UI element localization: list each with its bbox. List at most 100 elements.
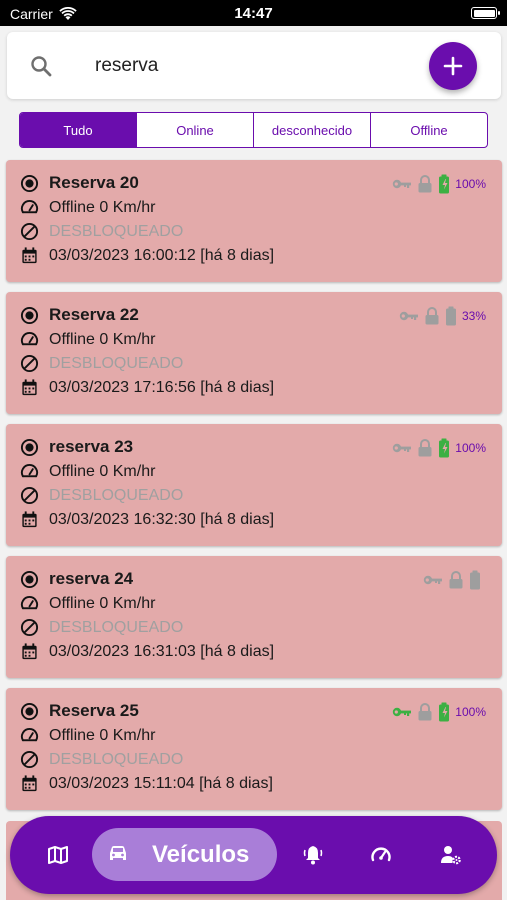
nav-map[interactable]	[45, 842, 71, 868]
vehicle-status-icons: 100%	[392, 438, 486, 458]
vehicle-name: Reserva 22	[49, 305, 139, 324]
block-icon	[20, 222, 39, 241]
battery-charging-icon	[439, 174, 450, 194]
vehicle-status-icons: 33%	[399, 306, 486, 326]
nav-vehicles[interactable]: Veículos	[92, 828, 277, 881]
block-icon	[20, 486, 39, 505]
vehicle-name-row: Reserva 25	[20, 701, 139, 721]
vehicle-lock-row: DESBLOQUEADO	[20, 486, 183, 505]
vehicle-card[interactable]: 100% Reserva 25 Offline 0 Km/hr DESBLOQU…	[6, 688, 502, 810]
vehicle-lock-row: DESBLOQUEADO	[20, 618, 183, 637]
vehicle-status-icons: 100%	[392, 174, 486, 194]
vehicle-name-row: Reserva 22	[20, 305, 139, 325]
vehicle-card[interactable]: 100% Reserva 20 Offline 0 Km/hr DESBLOQU…	[6, 160, 502, 282]
radio-icon	[20, 702, 39, 720]
vehicle-status-icons: 100%	[392, 702, 486, 722]
battery-icon	[471, 7, 500, 19]
key-icon	[399, 311, 418, 321]
key-icon	[393, 443, 412, 453]
vehicle-last-update: 03/03/2023 16:31:03 [há 8 dias]	[49, 642, 275, 660]
bell-icon	[303, 846, 323, 865]
vehicle-speed-row: Offline 0 Km/hr	[20, 198, 155, 217]
speedometer-icon	[20, 728, 39, 742]
battery-charging-icon	[439, 702, 450, 722]
nav-dashboard[interactable]	[368, 842, 394, 868]
vehicle-lock-status: DESBLOQUEADO	[49, 618, 184, 636]
vehicle-lock-row: DESBLOQUEADO	[20, 354, 183, 373]
vehicle-date-row: 03/03/2023 15:11:04 [há 8 dias]	[20, 774, 273, 793]
vehicle-speed: Offline 0 Km/hr	[49, 330, 156, 348]
vehicle-lock-status: DESBLOQUEADO	[49, 222, 184, 240]
nav-vehicles-label: Veículos	[152, 841, 250, 868]
vehicle-name-row: Reserva 20	[20, 173, 139, 193]
battery-level: 100%	[455, 177, 486, 191]
lock-icon	[449, 571, 463, 589]
battery-level: 100%	[455, 705, 486, 719]
lock-icon	[425, 307, 439, 325]
bottom-navigation: Veículos	[10, 816, 497, 894]
block-icon	[20, 354, 39, 373]
status-filter: Tudo Online desconhecido Offline	[19, 112, 488, 148]
calendar-icon	[22, 247, 37, 264]
vehicle-last-update: 03/03/2023 15:11:04 [há 8 dias]	[49, 774, 273, 792]
vehicle-speed: Offline 0 Km/hr	[49, 726, 156, 744]
vehicle-speed-row: Offline 0 Km/hr	[20, 726, 155, 745]
key-icon	[423, 575, 442, 585]
vehicle-name: Reserva 25	[49, 701, 139, 720]
vehicle-date-row: 03/03/2023 17:16:56 [há 8 dias]	[20, 378, 274, 397]
vehicle-speed: Offline 0 Km/hr	[49, 594, 156, 612]
nav-alerts[interactable]	[300, 842, 326, 868]
vehicle-status-icons	[423, 570, 486, 590]
radio-icon	[20, 306, 39, 324]
vehicle-last-update: 03/03/2023 16:00:12 [há 8 dias]	[49, 246, 275, 264]
add-vehicle-button[interactable]	[429, 42, 477, 90]
speedometer-icon	[20, 332, 39, 346]
calendar-icon	[22, 379, 37, 396]
battery-icon	[470, 570, 480, 590]
calendar-icon	[22, 643, 37, 660]
clock: 14:47	[234, 5, 273, 22]
filter-tab-tudo[interactable]: Tudo	[20, 113, 137, 147]
lock-icon	[418, 175, 432, 193]
speedometer-icon	[20, 464, 39, 478]
radio-icon	[20, 438, 39, 456]
vehicle-card[interactable]: 33% Reserva 22 Offline 0 Km/hr DESBLOQUE…	[6, 292, 502, 414]
vehicle-lock-status: DESBLOQUEADO	[49, 354, 184, 372]
vehicle-speed: Offline 0 Km/hr	[49, 198, 156, 216]
block-icon	[20, 750, 39, 769]
search-icon	[31, 56, 52, 77]
vehicle-speed-row: Offline 0 Km/hr	[20, 594, 155, 613]
filter-tab-offline[interactable]: Offline	[371, 113, 487, 147]
plus-icon	[443, 56, 463, 76]
vehicle-lock-row: DESBLOQUEADO	[20, 750, 183, 769]
speedometer-icon	[20, 596, 39, 610]
vehicle-date-row: 03/03/2023 16:31:03 [há 8 dias]	[20, 642, 274, 661]
vehicle-card[interactable]: reserva 24 Offline 0 Km/hr DESBLOQUEADO …	[6, 556, 502, 678]
search-bar	[7, 32, 501, 99]
vehicle-lock-row: DESBLOQUEADO	[20, 222, 183, 241]
search-input[interactable]	[95, 52, 395, 80]
vehicle-speed: Offline 0 Km/hr	[49, 462, 156, 480]
vehicle-card[interactable]: 100% reserva 23 Offline 0 Km/hr DESBLOQU…	[6, 424, 502, 546]
battery-charging-icon	[439, 438, 450, 458]
speedometer-icon	[371, 847, 391, 862]
key-icon	[393, 179, 412, 189]
vehicle-date-row: 03/03/2023 16:32:30 [há 8 dias]	[20, 510, 274, 529]
vehicle-name: Reserva 20	[49, 173, 139, 192]
battery-level: 33%	[461, 309, 486, 323]
vehicle-last-update: 03/03/2023 16:32:30 [há 8 dias]	[49, 510, 275, 528]
nav-user-settings[interactable]	[438, 842, 464, 868]
vehicle-speed-row: Offline 0 Km/hr	[20, 462, 155, 481]
filter-tab-desconhecido[interactable]: desconhecido	[254, 113, 371, 147]
status-bar: Carrier 14:47	[0, 0, 507, 26]
vehicle-name-row: reserva 24	[20, 569, 133, 589]
vehicle-last-update: 03/03/2023 17:16:56 [há 8 dias]	[49, 378, 275, 396]
radio-icon	[20, 174, 39, 192]
filter-tab-online[interactable]: Online	[137, 113, 254, 147]
speedometer-icon	[20, 200, 39, 214]
map-icon	[48, 846, 68, 864]
key-icon	[393, 707, 412, 717]
vehicle-date-row: 03/03/2023 16:00:12 [há 8 dias]	[20, 246, 274, 265]
vehicle-lock-status: DESBLOQUEADO	[49, 750, 184, 768]
lock-icon	[418, 703, 432, 721]
